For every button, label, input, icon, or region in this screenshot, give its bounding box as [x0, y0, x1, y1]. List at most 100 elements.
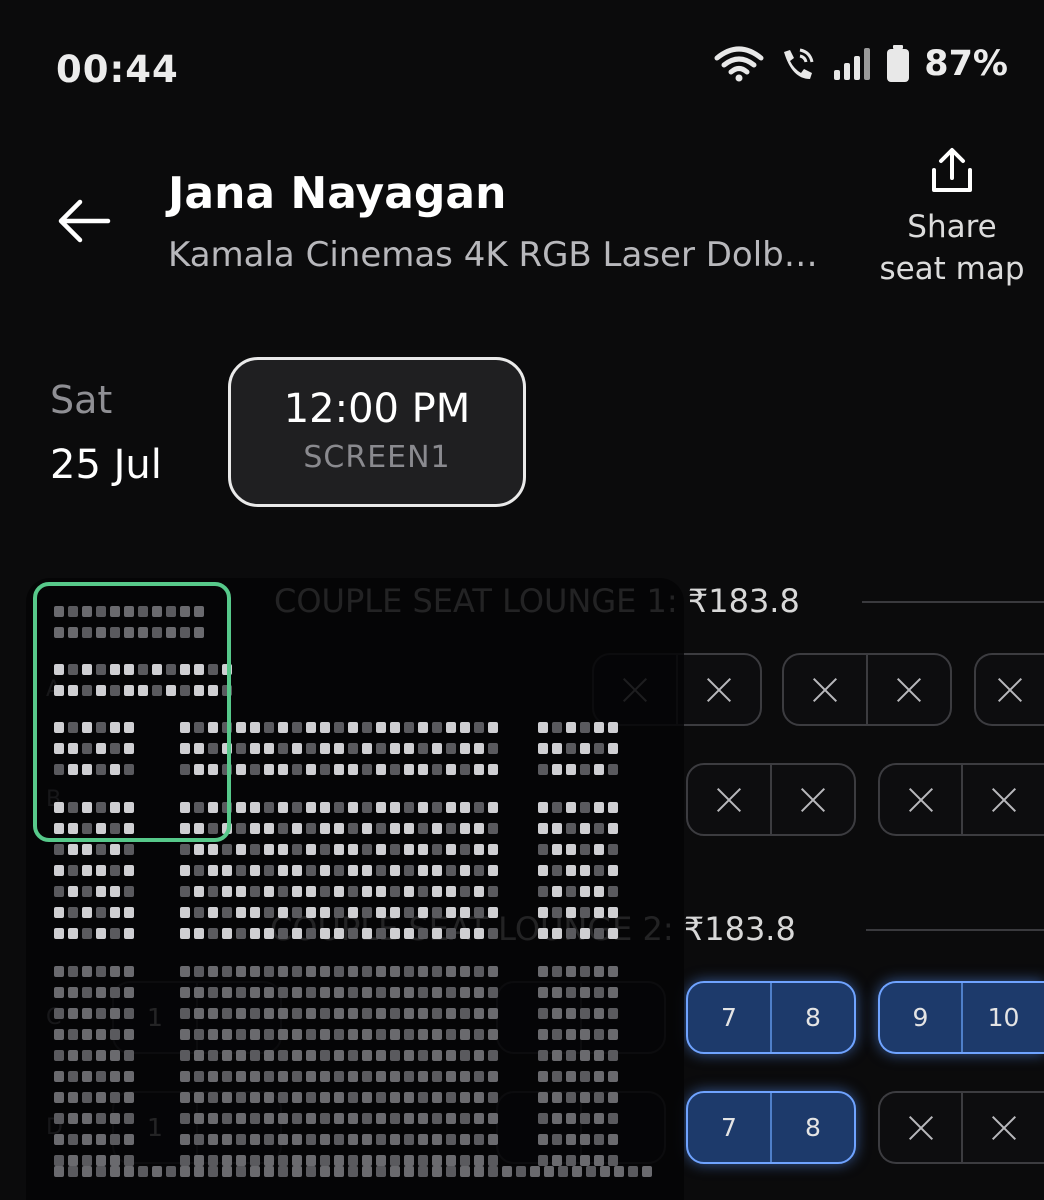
minimap-seat [264, 802, 274, 813]
minimap-seat [110, 1008, 120, 1019]
minimap-seat [194, 1113, 204, 1124]
seat-d8[interactable]: 8 [770, 1093, 854, 1162]
minimap-seat [362, 1071, 372, 1082]
seat-pair-available[interactable]: 9 10 [878, 981, 1044, 1054]
minimap-seat [82, 1008, 92, 1019]
minimap-seat [320, 1134, 330, 1145]
minimap-seat [566, 1092, 576, 1103]
share-seat-map-button[interactable]: Share seat map [870, 146, 1034, 290]
minimap-seat [432, 764, 442, 775]
minimap-seat [566, 1050, 576, 1061]
minimap-seat [488, 743, 498, 754]
minimap-seat [306, 764, 316, 775]
minimap-seat [474, 764, 484, 775]
minimap-seat [82, 886, 92, 897]
minimap-seat [552, 1134, 562, 1145]
minimap-seat [488, 1155, 498, 1166]
minimap-seat [552, 1071, 562, 1082]
minimap-seat [594, 865, 604, 876]
minimap-seat [54, 1071, 64, 1082]
seat-c9[interactable]: 9 [880, 983, 961, 1052]
minimap-seat [334, 1166, 344, 1177]
minimap-seat [194, 987, 204, 998]
minimap-seat [222, 987, 232, 998]
minimap-seat [236, 928, 246, 939]
minimap-seat [538, 722, 548, 733]
minimap-seat [460, 1092, 470, 1103]
minimap-seat [538, 823, 548, 834]
minimap-seat [538, 764, 548, 775]
minimap-seat [278, 928, 288, 939]
minimap-seat [334, 907, 344, 918]
minimap-seat [552, 907, 562, 918]
minimap-seat [418, 844, 428, 855]
minimap-seat [446, 743, 456, 754]
minimap-seat [124, 1071, 134, 1082]
minimap-seat [194, 966, 204, 977]
minimap-seat [194, 844, 204, 855]
minimap-seat [446, 722, 456, 733]
minimap-seat [54, 1029, 64, 1040]
minimap-seat [96, 1134, 106, 1145]
minimap-seat [250, 1071, 260, 1082]
minimap-seat [552, 1155, 562, 1166]
minimap-seat [390, 1050, 400, 1061]
minimap-seat [334, 886, 344, 897]
minimap-seat [54, 1166, 64, 1177]
minimap-seat [180, 1092, 190, 1103]
seat-d7[interactable]: 7 [688, 1093, 770, 1162]
minimap-seat [418, 1050, 428, 1061]
minimap-seat [110, 907, 120, 918]
minimap-seat [594, 764, 604, 775]
minimap-seat [538, 802, 548, 813]
showtime-chip[interactable]: 12:00 PM SCREEN1 [228, 357, 526, 507]
minimap-seat [68, 844, 78, 855]
minimap-seat [124, 966, 134, 977]
minimap-seat [306, 907, 316, 918]
seat-c10[interactable]: 10 [961, 983, 1044, 1052]
minimap-seat [460, 1113, 470, 1124]
minimap-seat [348, 764, 358, 775]
minimap-seat [376, 844, 386, 855]
back-button[interactable] [56, 196, 112, 246]
minimap-seat [474, 1113, 484, 1124]
minimap-seat [348, 844, 358, 855]
minimap-seat [180, 1166, 190, 1177]
minimap-seat [180, 1029, 190, 1040]
seat-c8[interactable]: 8 [770, 983, 854, 1052]
minimap-seat [642, 1166, 652, 1177]
minimap-seat [306, 966, 316, 977]
seat-pair-available[interactable]: 7 8 [686, 1091, 856, 1164]
minimap-seat [474, 722, 484, 733]
minimap-seat [306, 1008, 316, 1019]
close-icon [990, 1114, 1018, 1142]
minimap-seat [460, 1029, 470, 1040]
minimap-seat [236, 1050, 246, 1061]
seat-pair-available[interactable]: 7 8 [686, 981, 856, 1054]
minimap-seat [566, 764, 576, 775]
movie-title: Jana Nayagan [168, 168, 507, 219]
minimap-seat [362, 1134, 372, 1145]
minimap-seat [236, 907, 246, 918]
minimap-seat [460, 844, 470, 855]
minimap-seat [376, 1029, 386, 1040]
minimap-seat [334, 1092, 344, 1103]
minimap-seat [390, 966, 400, 977]
seat-c7[interactable]: 7 [688, 983, 770, 1052]
minimap-seat [566, 722, 576, 733]
minimap-seat [320, 966, 330, 977]
minimap-seat [390, 865, 400, 876]
minimap-seat [404, 886, 414, 897]
minimap-seat [208, 1050, 218, 1061]
minimap-seat [538, 844, 548, 855]
minimap-seat [608, 823, 618, 834]
minimap-seat [124, 844, 134, 855]
status-time: 00:44 [56, 48, 179, 91]
minimap-seat [292, 1050, 302, 1061]
minimap-viewport[interactable] [33, 582, 231, 842]
minimap-seat [334, 1050, 344, 1061]
minimap-seat [488, 1134, 498, 1145]
minimap-seat [362, 844, 372, 855]
minimap-seat [334, 1071, 344, 1082]
minimap-seat [376, 1008, 386, 1019]
